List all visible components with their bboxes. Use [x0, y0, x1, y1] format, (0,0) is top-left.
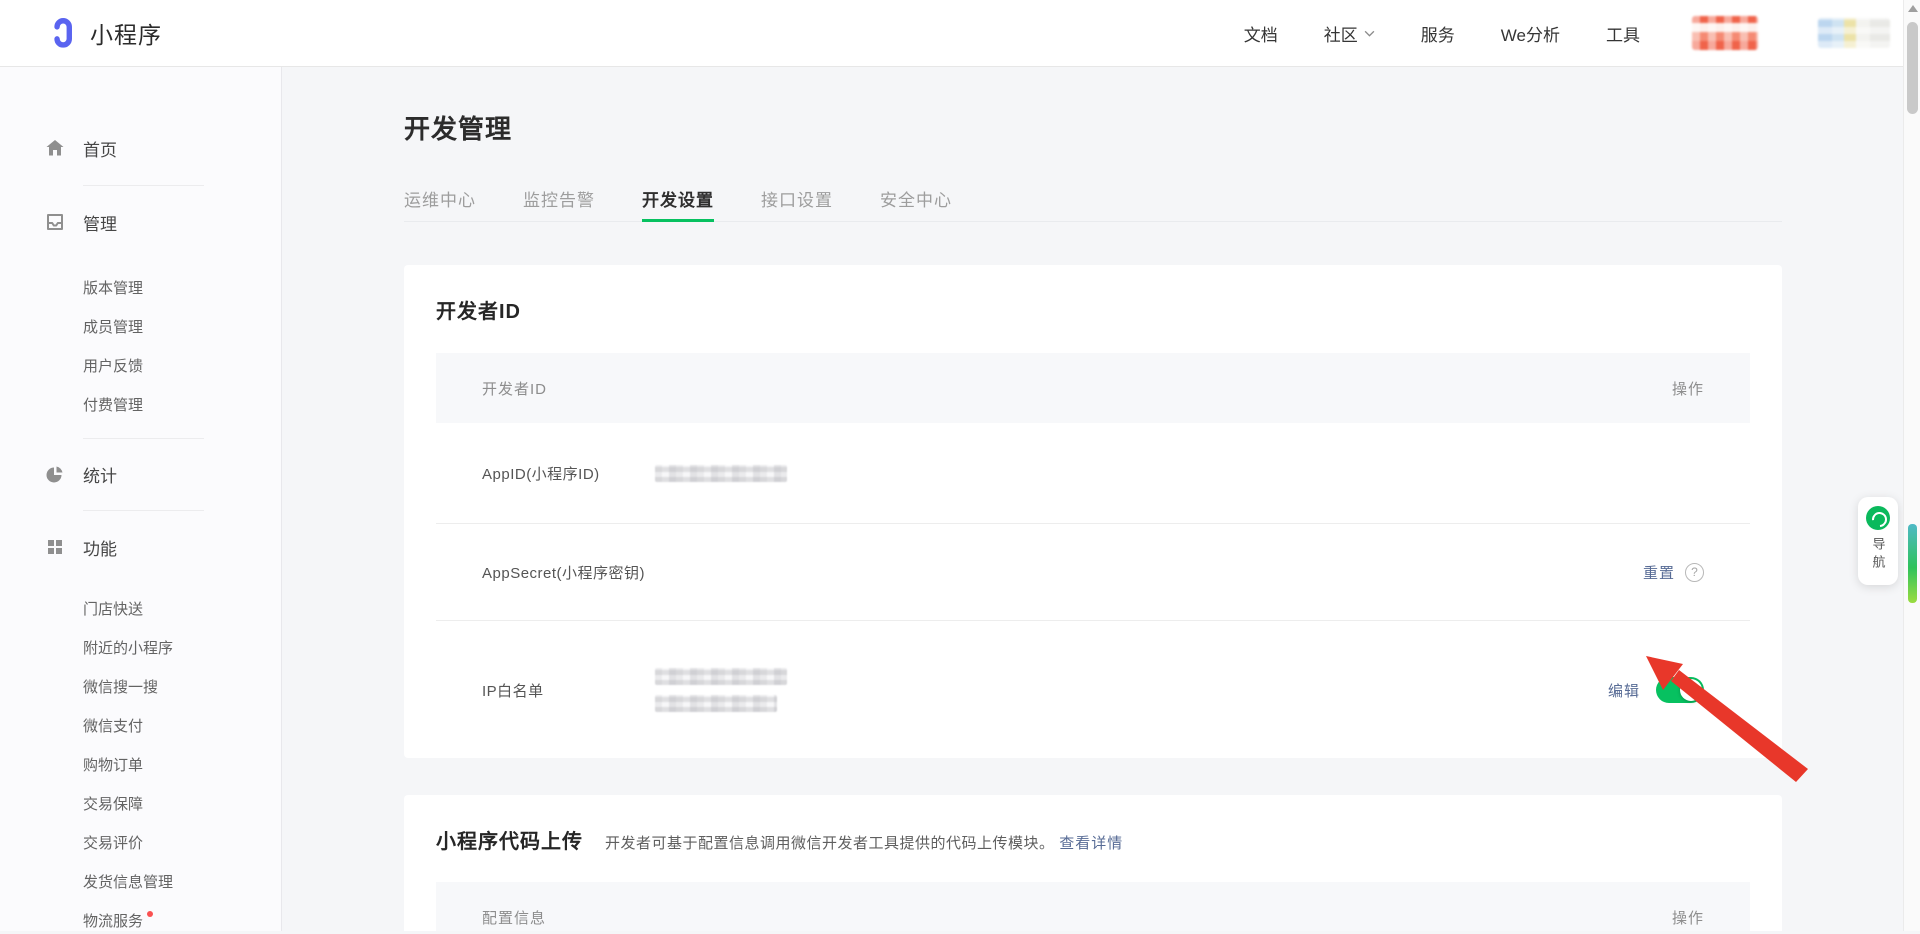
ip-whitelist-value: [655, 668, 1608, 712]
redacted-ip-line1: [655, 668, 787, 685]
developer-id-card-title: 开发者ID: [436, 265, 1750, 324]
tab-api-settings[interactable]: 接口设置: [761, 176, 833, 221]
tab-monitor-alert[interactable]: 监控告警: [523, 176, 595, 221]
ip-whitelist-toggle[interactable]: [1656, 677, 1704, 703]
sidebar-item-transaction-guarantee[interactable]: 交易保障: [83, 793, 143, 817]
code-upload-card: 小程序代码上传 开发者可基于配置信息调用微信开发者工具提供的代码上传模块。 查看…: [404, 795, 1782, 931]
sidebar-item-member-manage[interactable]: 成员管理: [83, 316, 143, 340]
sidebar-divider: [83, 185, 204, 186]
tab-dev-settings[interactable]: 开发设置: [642, 176, 714, 221]
table-row-appsecret: AppSecret(小程序密钥) 重置 ?: [436, 524, 1750, 621]
sidebar-item-shopping-orders[interactable]: 购物订单: [83, 754, 143, 778]
tab-security-center[interactable]: 安全中心: [880, 176, 952, 221]
appid-label: AppID(小程序ID): [482, 463, 655, 484]
scrollbar-thumb[interactable]: [1907, 22, 1918, 114]
miniprogram-logo[interactable]: 小程序: [44, 15, 162, 51]
sidebar-item-payment-manage[interactable]: 付费管理: [83, 394, 143, 418]
redacted-ip-line2: [655, 695, 777, 712]
sidebar-item-shipping-info-manage[interactable]: 发货信息管理: [83, 871, 173, 895]
pie-chart-icon: [45, 464, 65, 484]
tab-bar: 运维中心 监控告警 开发设置 接口设置 安全中心: [404, 176, 1782, 222]
floating-navigator-widget[interactable]: 导航: [1858, 497, 1898, 585]
table-row-ip-whitelist: IP白名单 编辑: [436, 621, 1750, 759]
edit-ip-whitelist-link[interactable]: 编辑: [1608, 680, 1640, 701]
sidebar-item-statistics[interactable]: 统计: [45, 457, 281, 491]
sidebar-item-wechat-search[interactable]: 微信搜一搜: [83, 676, 158, 700]
chevron-down-icon: [1364, 30, 1375, 37]
help-icon[interactable]: ?: [1685, 563, 1704, 582]
appid-value: [655, 465, 1704, 482]
sidebar-item-manage[interactable]: 管理: [45, 205, 281, 239]
sidebar-divider: [83, 438, 204, 439]
header-developer-id: 开发者ID: [482, 378, 547, 399]
table-row-appid: AppID(小程序ID): [436, 423, 1750, 524]
code-upload-description: 开发者可基于配置信息调用微信开发者工具提供的代码上传模块。 查看详情: [605, 832, 1123, 853]
sidebar-item-wechat-pay[interactable]: 微信支付: [83, 715, 143, 739]
account-name-redacted[interactable]: [1692, 16, 1758, 50]
nav-item-docs[interactable]: 文档: [1244, 21, 1278, 46]
ip-whitelist-label: IP白名单: [482, 680, 655, 701]
vertical-scrollbar[interactable]: [1903, 0, 1920, 931]
developer-id-table-header: 开发者ID 操作: [436, 353, 1750, 423]
view-details-link[interactable]: 查看详情: [1059, 835, 1123, 852]
sidebar-item-features[interactable]: 功能: [45, 530, 281, 564]
grid-icon: [45, 537, 65, 557]
scrollbar-up-arrow-icon[interactable]: [1908, 5, 1918, 12]
sidebar-divider: [83, 510, 204, 511]
code-upload-table-header: 配置信息 操作: [436, 882, 1750, 931]
main-content: 开发管理 运维中心 监控告警 开发设置 接口设置 安全中心 开发者ID 开发者I…: [283, 67, 1903, 931]
logo-text: 小程序: [90, 16, 162, 50]
sidebar-item-transaction-review[interactable]: 交易评价: [83, 832, 143, 856]
header-config-info: 配置信息: [482, 907, 546, 928]
home-icon: [45, 138, 65, 158]
inbox-icon: [45, 212, 65, 232]
reset-appsecret-link[interactable]: 重置: [1643, 562, 1675, 583]
nav-item-tools[interactable]: 工具: [1606, 21, 1640, 46]
navigator-label: 导航: [1869, 537, 1888, 573]
tab-operations-center[interactable]: 运维中心: [404, 176, 476, 221]
toggle-knob: [1680, 679, 1702, 701]
redacted-appid-value: [655, 465, 787, 482]
sidebar: 首页 管理 版本管理 成员管理 用户反馈 付费管理 统计 功能 门店快送 附近的…: [0, 67, 282, 931]
appsecret-label: AppSecret(小程序密钥): [482, 562, 655, 583]
nav-item-weanalytics[interactable]: We分析: [1501, 21, 1560, 46]
sidebar-item-store-delivery[interactable]: 门店快送: [83, 598, 143, 622]
account-avatar-redacted[interactable]: [1818, 18, 1890, 48]
developer-id-card: 开发者ID 开发者ID 操作 AppID(小程序ID) AppSecret(小程…: [404, 265, 1782, 758]
sidebar-item-version-manage[interactable]: 版本管理: [83, 277, 143, 301]
sidebar-item-home[interactable]: 首页: [45, 131, 281, 165]
navigator-icon: [1866, 506, 1890, 530]
top-navbar: 小程序 文档 社区 服务 We分析 工具: [0, 0, 1920, 67]
code-upload-card-title: 小程序代码上传: [436, 825, 583, 854]
scrollbar-green-indicator: [1908, 524, 1917, 603]
nav-item-services[interactable]: 服务: [1421, 21, 1455, 46]
header-action: 操作: [1672, 378, 1704, 399]
navbar-menu: 文档 社区 服务 We分析 工具: [1244, 16, 1920, 50]
sidebar-item-logistics-service[interactable]: 物流服务: [83, 910, 143, 934]
header-action: 操作: [1672, 907, 1704, 928]
miniprogram-logo-icon: [44, 15, 80, 51]
nav-item-community[interactable]: 社区: [1324, 21, 1375, 46]
sidebar-item-nearby-miniprogram[interactable]: 附近的小程序: [83, 637, 173, 661]
sidebar-item-user-feedback[interactable]: 用户反馈: [83, 355, 143, 379]
page-title: 开发管理: [404, 109, 1782, 146]
